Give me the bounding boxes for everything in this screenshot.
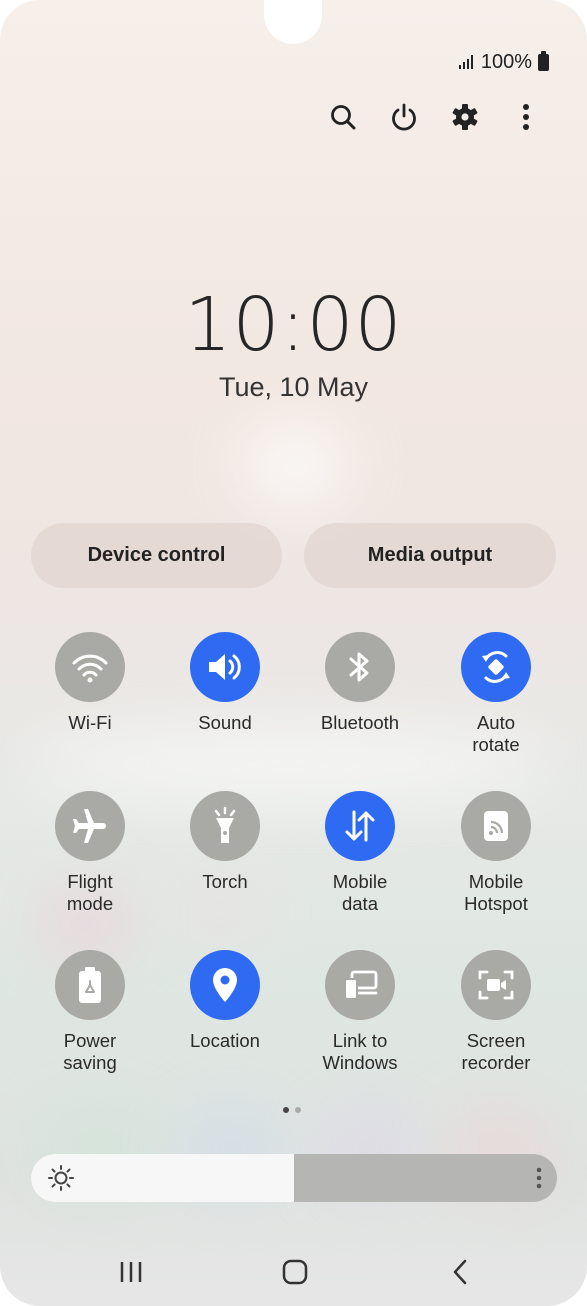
tile-mobile-data[interactable]: Mobile data — [290, 791, 430, 915]
tile-label: Mobile Hotspot — [464, 871, 528, 914]
battery-icon — [538, 50, 549, 71]
auto-rotate-icon — [461, 632, 531, 702]
location-icon — [190, 950, 260, 1020]
sound-icon — [190, 632, 260, 702]
tile-sound[interactable]: Sound — [155, 632, 295, 734]
link-to-windows-icon — [325, 950, 395, 1020]
airplane-icon — [55, 791, 125, 861]
media-output-button[interactable]: Media output — [304, 523, 556, 588]
status-bar: 100% — [458, 50, 549, 74]
clock-time: 10:00 — [184, 282, 403, 368]
page-dot — [295, 1107, 301, 1113]
clock-date: Tue, 10 May — [218, 372, 369, 402]
camera-notch — [264, 0, 322, 44]
battery-percentage: 100% — [480, 50, 532, 73]
tile-wifi[interactable]: Wi-Fi — [20, 632, 160, 734]
tile-link-to-windows[interactable]: Link to Windows — [290, 950, 430, 1074]
quick-panel: 100% 10:00 Tue, 10 May Device control Me… — [0, 0, 587, 1306]
brightness-more-icon[interactable] — [535, 1166, 543, 1195]
search-icon[interactable] — [326, 96, 360, 138]
torch-icon — [190, 791, 260, 861]
tile-label: Wi-Fi — [68, 712, 112, 733]
tile-auto-rotate[interactable]: Auto rotate — [426, 632, 566, 756]
tile-label: Link to Windows — [322, 1030, 398, 1073]
hotspot-icon — [461, 791, 531, 861]
tile-power-saving[interactable]: Power saving — [20, 950, 160, 1074]
brightness-sun-icon — [47, 1164, 75, 1197]
page-indicator — [283, 1107, 301, 1113]
page-dot-active — [283, 1107, 289, 1113]
tile-label: Auto rotate — [472, 712, 520, 755]
settings-gear-icon[interactable] — [448, 96, 482, 138]
tile-label: Power saving — [63, 1030, 117, 1073]
tile-label: Screen recorder — [461, 1030, 531, 1073]
signal-icon — [458, 55, 473, 69]
device-control-button[interactable]: Device control — [31, 523, 282, 588]
home-icon[interactable] — [265, 1252, 325, 1292]
power-icon[interactable] — [387, 96, 421, 138]
tile-location[interactable]: Location — [155, 950, 295, 1052]
tile-label: Sound — [198, 712, 252, 733]
tile-label: Torch — [202, 871, 248, 892]
navigation-bar — [0, 1252, 587, 1292]
tile-mobile-hotspot[interactable]: Mobile Hotspot — [426, 791, 566, 915]
recent-apps-icon[interactable] — [101, 1252, 161, 1292]
mobile-data-icon — [325, 791, 395, 861]
tile-label: Location — [190, 1030, 260, 1051]
brightness-slider[interactable] — [31, 1154, 557, 1202]
screen-recorder-icon — [461, 950, 531, 1020]
tile-label: Mobile data — [332, 871, 388, 914]
tile-flight-mode[interactable]: Flight mode — [20, 791, 160, 915]
bluetooth-icon — [325, 632, 395, 702]
tile-label: Bluetooth — [320, 712, 400, 733]
tile-label: Flight mode — [66, 871, 114, 914]
tile-screen-recorder[interactable]: Screen recorder — [426, 950, 566, 1074]
tile-torch[interactable]: Torch — [155, 791, 295, 893]
power-saving-icon — [55, 950, 125, 1020]
top-actions — [326, 96, 543, 138]
back-icon[interactable] — [430, 1252, 490, 1292]
more-options-icon[interactable] — [509, 96, 543, 138]
tile-bluetooth[interactable]: Bluetooth — [290, 632, 430, 734]
wifi-icon — [55, 632, 125, 702]
